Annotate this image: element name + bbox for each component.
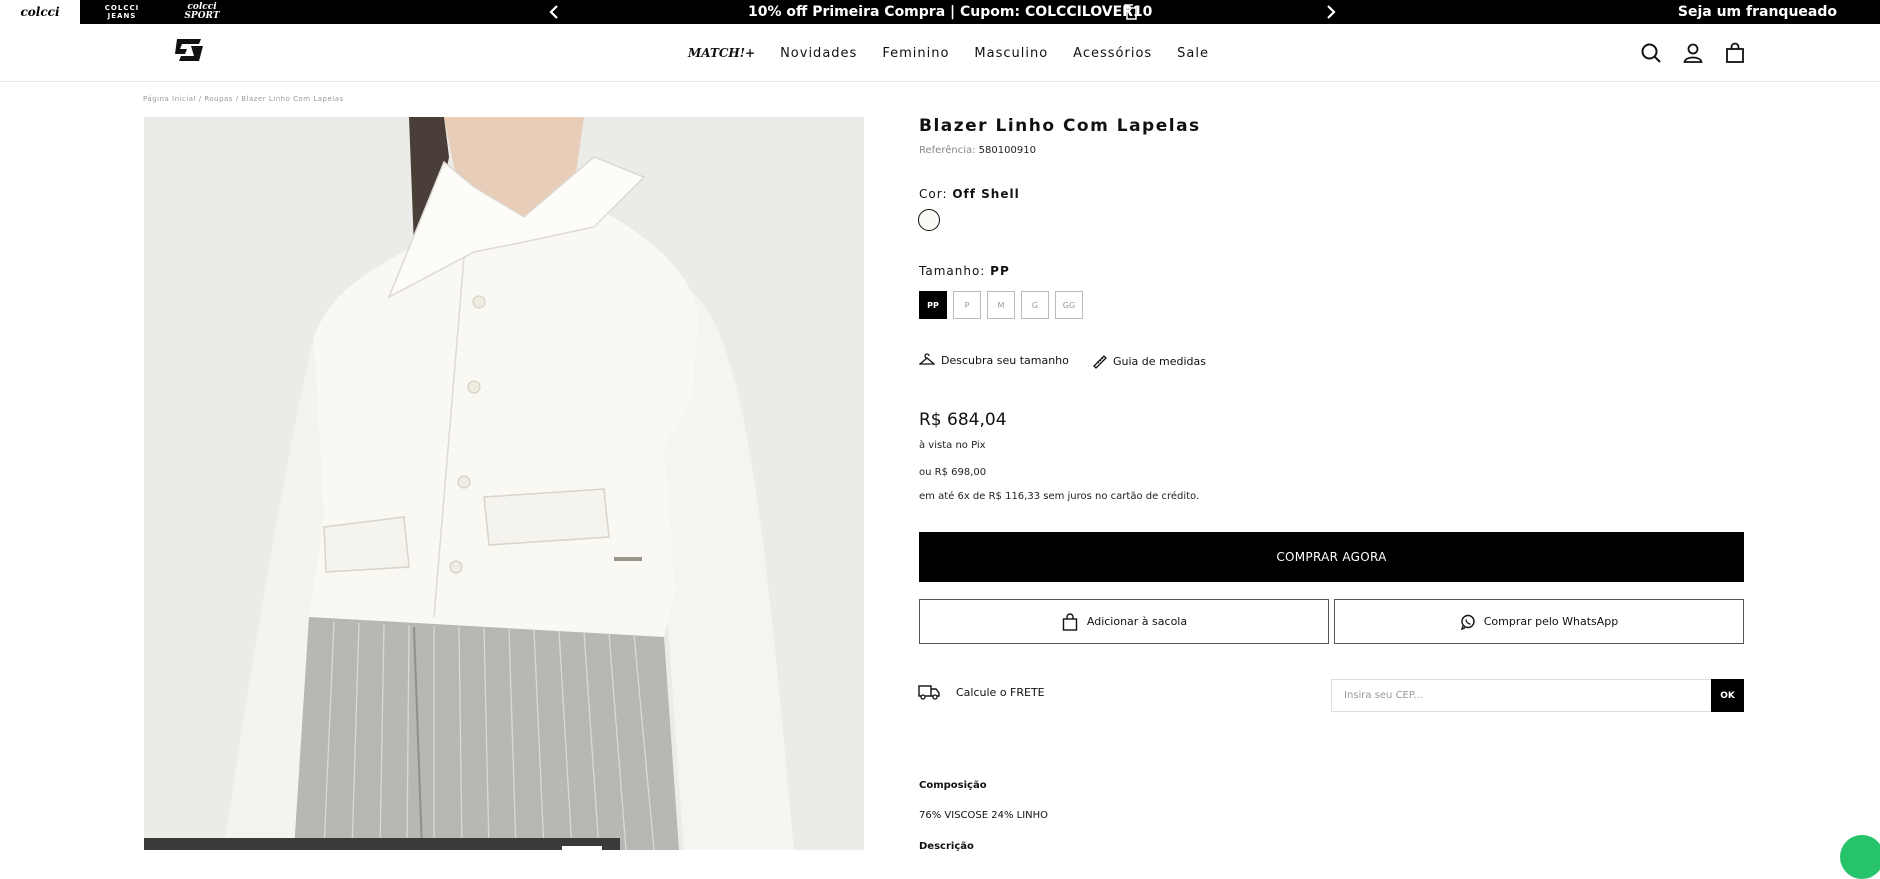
- add-to-bag-label: Adicionar à sacola: [1086, 615, 1188, 628]
- brand-colcci-label: colcci: [20, 5, 60, 19]
- find-size-label: Descubra seu tamanho: [941, 353, 1069, 367]
- size-option-g[interactable]: G: [1021, 291, 1049, 319]
- composition-title[interactable]: Composição: [919, 780, 987, 791]
- add-to-bag-button[interactable]: Adicionar à sacola: [919, 599, 1329, 644]
- gallery-scrollbar[interactable]: [144, 838, 620, 850]
- alt-price: ou R$ 698,00: [919, 467, 987, 478]
- composition-text: 76% VISCOSE 24% LINHO: [919, 810, 1049, 821]
- brand-tab-colcci[interactable]: colcci: [0, 0, 80, 24]
- announcement-text: 10% off Primeira Compra | Cupom: COLCCIL…: [748, 4, 1153, 20]
- user-icon[interactable]: [1682, 42, 1704, 64]
- ruler-icon: [1093, 355, 1107, 369]
- main-nav: MATCH!+ Novidades Feminino Masculino Ace…: [688, 24, 1234, 82]
- size-options: PP P M G GG: [919, 291, 1089, 319]
- find-size-link[interactable]: Descubra seu tamanho: [919, 353, 1069, 367]
- product-image[interactable]: [144, 117, 864, 850]
- size-guide-label: Guia de medidas: [1113, 354, 1207, 368]
- reference-label: Referência:: [919, 145, 976, 156]
- size-option-pp[interactable]: PP: [919, 291, 947, 319]
- size-option-gg[interactable]: GG: [1055, 291, 1083, 319]
- size-option-p[interactable]: P: [953, 291, 981, 319]
- brand-sport-label-2: SPORT: [184, 11, 220, 21]
- search-icon[interactable]: [1640, 42, 1662, 64]
- color-swatch-off-shell[interactable]: [918, 209, 940, 231]
- installments-text: em até 6x de R$ 116,33 sem juros no cart…: [919, 491, 1200, 502]
- shopping-bag-icon: [1062, 612, 1078, 631]
- whatsapp-icon: [1460, 614, 1475, 630]
- chevron-left-icon[interactable]: [545, 2, 565, 22]
- gallery-scroll-thumb[interactable]: [562, 846, 602, 850]
- size-label: Tamanho:: [919, 264, 986, 278]
- reference-value: 580100910: [978, 145, 1036, 156]
- color-label: Cor:: [919, 187, 948, 201]
- shopping-bag-icon[interactable]: [1724, 42, 1746, 64]
- product-reference: Referência: 580100910: [919, 145, 1036, 156]
- cep-ok-button[interactable]: OK: [1711, 679, 1744, 712]
- size-value: PP: [990, 264, 1010, 278]
- colcci-logo-icon[interactable]: [173, 37, 205, 63]
- buy-now-button[interactable]: COMPRAR AGORA: [919, 532, 1744, 582]
- copy-icon[interactable]: [1122, 3, 1140, 21]
- breadcrumb[interactable]: Página Inicial / Roupas / Blazer Linho C…: [143, 95, 344, 103]
- product-title: Blazer Linho Com Lapelas: [919, 116, 1201, 136]
- product-photo-illustration: [144, 117, 864, 850]
- hanger-icon: [919, 353, 935, 365]
- announcement-bar: colcci COLCCI JEANS colcci SPORT 10% off…: [0, 0, 1880, 24]
- nav-item-sale[interactable]: Sale: [1177, 46, 1209, 61]
- nav-item-novidades[interactable]: Novidades: [780, 46, 857, 61]
- price-note: à vista no Pix: [919, 440, 986, 451]
- shipping-calculator: Calcule o FRETE: [918, 684, 1045, 700]
- main-header: MATCH!+ Novidades Feminino Masculino Ace…: [0, 24, 1880, 82]
- nav-item-masculino[interactable]: Masculino: [974, 46, 1048, 61]
- franchise-link[interactable]: Seja um franqueado: [1678, 0, 1837, 24]
- brand-jeans-label-2: JEANS: [107, 12, 137, 20]
- truck-icon: [918, 685, 940, 700]
- nav-item-match[interactable]: MATCH!+: [688, 46, 755, 60]
- size-option-m[interactable]: M: [987, 291, 1015, 319]
- shipping-label: Calcule o FRETE: [956, 685, 1045, 699]
- nav-item-feminino[interactable]: Feminino: [882, 46, 949, 61]
- color-value: Off Shell: [952, 187, 1020, 201]
- size-label-line: Tamanho: PP: [919, 264, 1010, 278]
- color-label-line: Cor: Off Shell: [919, 187, 1020, 201]
- cep-input[interactable]: [1331, 679, 1712, 712]
- brand-jeans-label-1: COLCCI: [104, 4, 140, 12]
- description-title[interactable]: Descrição: [919, 841, 974, 852]
- brand-tab-colcci-jeans[interactable]: COLCCI JEANS: [92, 0, 152, 24]
- size-guide-link[interactable]: Guia de medidas: [1091, 353, 1206, 369]
- brand-tab-colcci-sport[interactable]: colcci SPORT: [170, 0, 234, 24]
- nav-item-acessorios[interactable]: Acessórios: [1073, 46, 1152, 61]
- whatsapp-chat-icon[interactable]: [1840, 835, 1880, 879]
- whatsapp-buy-button[interactable]: Comprar pelo WhatsApp: [1334, 599, 1744, 644]
- chevron-right-icon[interactable]: [1320, 2, 1340, 22]
- whatsapp-label: Comprar pelo WhatsApp: [1483, 615, 1619, 628]
- product-price: R$ 684,04: [919, 410, 1007, 430]
